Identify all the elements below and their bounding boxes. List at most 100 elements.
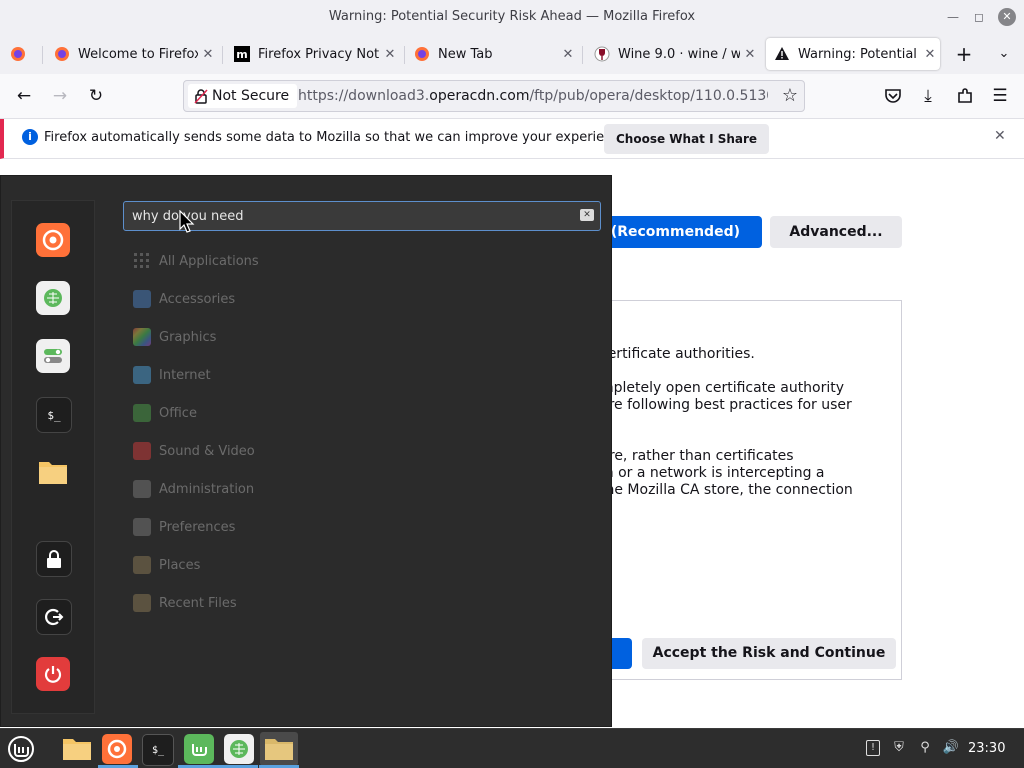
hamburger-menu-icon[interactable]: ☰: [988, 84, 1012, 108]
office-icon: [133, 404, 151, 422]
category-internet[interactable]: Internet: [133, 364, 211, 386]
advanced-text-line: mpletely open certificate authority: [600, 380, 845, 396]
new-tab-plus-icon[interactable]: +: [952, 42, 976, 66]
tab-privacy-notice[interactable]: m Firefox Privacy Notic ✕: [226, 38, 400, 70]
category-preferences[interactable]: Preferences: [133, 516, 235, 538]
toggle-settings-icon: [44, 349, 62, 363]
logout-icon: [45, 608, 64, 626]
not-secure-badge[interactable]: Not Secure: [188, 84, 298, 108]
tab-new-tab[interactable]: New Tab ✕: [406, 38, 578, 70]
tab-wine[interactable]: Wine 9.0 · wine / wi ✕: [586, 38, 760, 70]
advanced-button[interactable]: Advanced...: [770, 216, 902, 248]
navigation-toolbar: ← → ↻ Not Secure https://download3.opera…: [0, 74, 1024, 119]
firefox-icon: [55, 47, 69, 61]
fav-shutdown[interactable]: [36, 657, 70, 691]
recent-folder-icon: [133, 594, 151, 612]
category-all-applications[interactable]: All Applications: [133, 250, 259, 272]
tab-welcome[interactable]: Welcome to Firefox ✕: [46, 38, 218, 70]
close-tab-icon[interactable]: ✕: [380, 47, 400, 62]
bookmark-star-icon[interactable]: ☆: [778, 84, 802, 108]
advanced-text-line: certificate authorities.: [600, 346, 755, 362]
folder-icon: [63, 739, 91, 760]
category-administration[interactable]: Administration: [133, 478, 254, 500]
fav-firefox[interactable]: [36, 223, 70, 257]
category-graphics[interactable]: Graphics: [133, 326, 216, 348]
forward-arrow-icon[interactable]: →: [48, 84, 72, 108]
url-domain: operacdn.com: [429, 88, 530, 104]
warning-icon: [775, 47, 789, 60]
close-tab-icon[interactable]: ✕: [198, 47, 218, 62]
tab-label: Warning: Potential S: [798, 46, 920, 62]
wine-icon: [594, 46, 610, 62]
firefox-icon: [415, 47, 429, 61]
category-office[interactable]: Office: [133, 402, 197, 424]
folder-icon: [133, 556, 151, 574]
security-shield-icon[interactable]: ⛨: [890, 739, 908, 757]
firefox-icon: [107, 739, 127, 759]
taskbar-mint-update[interactable]: [184, 734, 214, 764]
mouse-pointer-icon: [179, 210, 195, 233]
mozilla-m-icon: m: [234, 46, 250, 62]
software-manager-icon: [230, 740, 248, 758]
fav-logout[interactable]: [36, 599, 72, 635]
category-label: Administration: [159, 481, 255, 497]
admin-icon: [133, 480, 151, 498]
volume-icon[interactable]: 🔊: [942, 739, 960, 757]
folder-icon: [39, 462, 67, 484]
tab-label: Welcome to Firefox: [78, 46, 198, 62]
advanced-text-line: m or a network is intercepting a: [600, 465, 825, 481]
reload-icon[interactable]: ↻: [84, 84, 108, 108]
preferences-icon: [133, 518, 151, 536]
taskbar-files[interactable]: [62, 734, 92, 764]
tab-label: Wine 9.0 · wine / wi: [618, 46, 740, 62]
fav-lock-screen[interactable]: [36, 541, 72, 577]
power-icon: [44, 666, 62, 683]
close-notification-icon[interactable]: ✕: [994, 128, 1006, 144]
maximize-icon[interactable]: ◻: [970, 8, 988, 26]
taskbar-files-active[interactable]: [260, 732, 298, 766]
category-recent-files[interactable]: Recent Files: [133, 592, 237, 614]
category-label: All Applications: [159, 253, 259, 269]
network-icon[interactable]: ⚲: [916, 739, 934, 757]
info-icon: i: [22, 129, 38, 145]
close-tab-icon[interactable]: ✕: [558, 47, 578, 62]
close-tab-icon[interactable]: ✕: [740, 47, 760, 62]
taskbar-firefox[interactable]: [102, 734, 132, 764]
extensions-puzzle-icon[interactable]: [956, 87, 974, 105]
minimize-icon[interactable]: —: [944, 8, 962, 26]
folder-icon: [265, 739, 293, 760]
category-places[interactable]: Places: [133, 554, 200, 576]
category-sound-video[interactable]: Sound & Video: [133, 440, 255, 462]
fav-software-manager[interactable]: [36, 281, 70, 315]
category-label: Recent Files: [159, 595, 237, 611]
list-all-tabs-chevron-icon[interactable]: ⌄: [992, 42, 1016, 66]
taskbar-software-manager[interactable]: [224, 734, 254, 764]
accept-risk-button[interactable]: Accept the Risk and Continue: [642, 638, 896, 669]
category-accessories[interactable]: Accessories: [133, 288, 235, 310]
lock-insecure-icon: [194, 89, 208, 104]
url-text[interactable]: https://download3.operacdn.com/ftp/pub/o…: [298, 88, 768, 104]
clock[interactable]: 23:30: [968, 741, 1005, 756]
update-shield-icon[interactable]: !: [866, 740, 880, 756]
choose-what-i-share-button[interactable]: Choose What I Share: [604, 124, 770, 154]
tab-strip: Welcome to Firefox ✕ m Firefox Privacy N…: [0, 34, 1024, 74]
tab-label: New Tab: [438, 46, 493, 62]
taskbar-terminal[interactable]: $_: [142, 734, 174, 766]
downloads-icon[interactable]: ⤓: [916, 84, 940, 108]
back-arrow-icon[interactable]: ←: [12, 84, 36, 108]
fav-files[interactable]: [36, 455, 70, 489]
pocket-icon[interactable]: [884, 88, 902, 104]
fav-terminal[interactable]: $_: [36, 397, 72, 433]
close-tab-icon[interactable]: ✕: [920, 47, 940, 62]
category-label: Places: [159, 557, 201, 573]
menu-search-input[interactable]: [132, 206, 562, 226]
tab-pinned-firefox[interactable]: [2, 38, 38, 70]
taskbar-menu-button[interactable]: [6, 734, 36, 764]
fav-settings[interactable]: [36, 339, 70, 373]
data-collection-notification: i Firefox automatically sends some data …: [0, 119, 1024, 159]
clear-search-icon[interactable]: ✕: [580, 209, 594, 221]
close-window-icon[interactable]: ✕: [998, 8, 1016, 26]
tab-label: Firefox Privacy Notic: [258, 46, 380, 62]
url-bar[interactable]: Not Secure https://download3.operacdn.co…: [183, 80, 805, 112]
tab-warning-active[interactable]: Warning: Potential S ✕: [766, 38, 940, 70]
